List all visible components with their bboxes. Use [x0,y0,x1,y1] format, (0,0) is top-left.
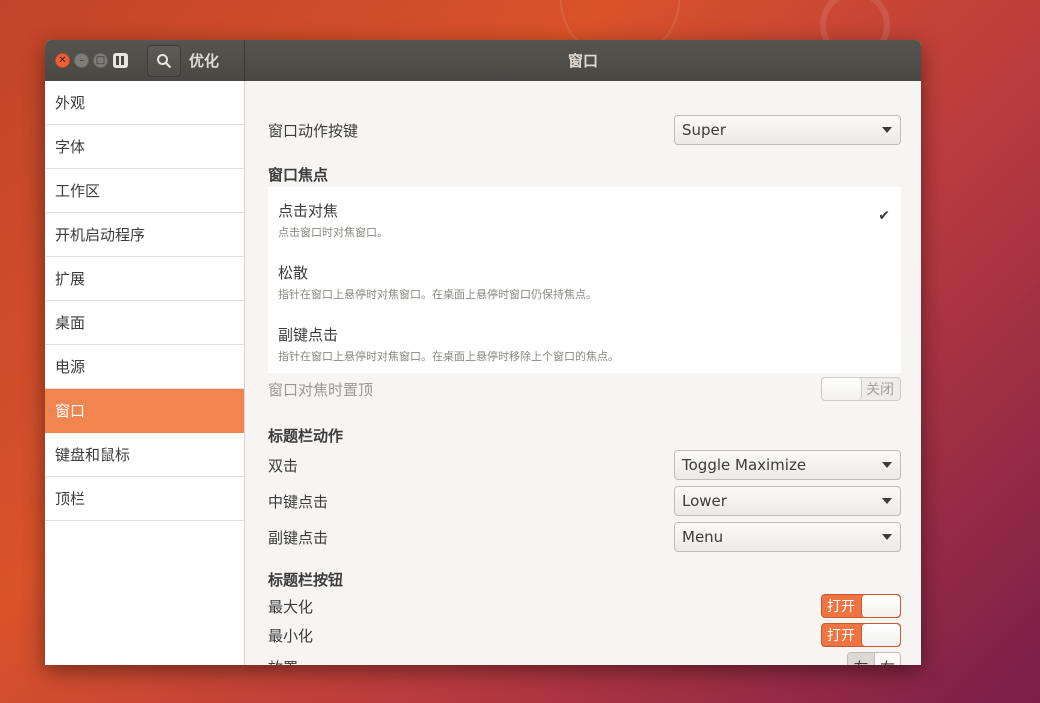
middle-click-row: 中键点击 Lower [268,486,901,516]
window-title: 窗口 [567,52,598,70]
chevron-down-icon [882,498,892,504]
double-click-dropdown[interactable]: Toggle Maximize [674,450,901,480]
focus-mode-list: 点击对焦 点击窗口时对焦窗口。 ✔ 松散 指针在窗口上悬停时对焦窗口。在桌面上悬… [268,187,901,373]
sidebar: 外观 字体 工作区 开机启动程序 扩展 桌面 电源 窗口 键盘和鼠标 顶栏 [45,81,245,665]
maximize-icon[interactable]: □ [93,53,108,68]
chevron-down-icon [882,127,892,133]
focus-option-click[interactable]: 点击对焦 点击窗口时对焦窗口。 ✔ [278,200,890,240]
app-title: 优化 [189,52,220,70]
sidebar-item-desktop[interactable]: 桌面 [45,301,244,345]
sidebar-item-appearance[interactable]: 外观 [45,81,244,125]
focus-section-title: 窗口焦点 [268,166,329,184]
switch-state-label: 打开 [827,599,855,615]
raise-on-focus-switch[interactable]: 关闭 [821,377,901,401]
focus-option-title: 点击对焦 [278,202,339,220]
titlebar-actions-title: 标题栏动作 [268,427,344,445]
sidebar-item-workspaces[interactable]: 工作区 [45,169,244,213]
switch-state-label: 关闭 [866,382,894,398]
middle-click-dropdown[interactable]: Lower [674,486,901,516]
close-icon[interactable]: ✕ [55,53,70,68]
switch-knob [861,624,900,646]
secondary-click-dropdown[interactable]: Menu [674,522,901,552]
sidebar-item-windows[interactable]: 窗口 [45,389,244,433]
double-click-value: Toggle Maximize [682,456,807,474]
minimize-switch[interactable]: 打开 [821,623,901,647]
minimize-icon[interactable]: – [74,53,89,68]
focus-option-secondary-click[interactable]: 副键点击 指针在窗口上悬停时对焦窗口。在桌面上悬停时移除上个窗口的焦点。 [278,324,890,364]
placement-left-button[interactable]: 左 [848,653,874,665]
switch-knob [822,378,862,400]
switch-state-label: 打开 [827,628,855,644]
sidebar-item-keyboard-mouse[interactable]: 键盘和鼠标 [45,433,244,477]
tweaks-window: ✕ – □ 优化 窗口 外观 字体 工作区 开机启动程序 扩展 桌面 电源 窗口… [45,40,921,665]
titlebar-buttons-title: 标题栏按钮 [268,571,344,589]
content-panel: 窗口动作按键 Super 窗口焦点 点击对焦 点击窗口时对焦窗口。 ✔ 松散 指… [246,81,921,665]
focus-option-desc: 点击窗口时对焦窗口。 [278,226,388,239]
titlebar-left: ✕ – □ 优化 [45,40,245,81]
secondary-click-value: Menu [682,528,724,546]
titlebar: ✕ – □ 优化 窗口 [45,40,921,81]
secondary-click-label: 副键点击 [268,528,329,547]
middle-click-label: 中键点击 [268,492,329,511]
focus-option-desc: 指针在窗口上悬停时对焦窗口。在桌面上悬停时移除上个窗口的焦点。 [278,350,619,363]
action-key-value: Super [682,121,726,139]
focus-option-sloppy[interactable]: 松散 指针在窗口上悬停时对焦窗口。在桌面上悬停时窗口仍保持焦点。 [278,262,890,302]
action-key-label: 窗口动作按键 [268,121,359,140]
placement-label: 放置 [268,657,298,666]
minimize-row: 最小化 打开 [268,623,901,647]
checkmark-icon: ✔ [878,208,890,224]
sidebar-item-power[interactable]: 电源 [45,345,244,389]
sidebar-item-top-bar[interactable]: 顶栏 [45,477,244,521]
sidebar-item-extensions[interactable]: 扩展 [45,257,244,301]
focus-option-title: 松散 [278,264,309,282]
search-button[interactable] [147,44,181,77]
maximize-switch[interactable]: 打开 [821,594,901,618]
switch-knob [861,595,900,617]
raise-on-focus-row: 窗口对焦时置顶 关闭 [268,377,901,401]
double-click-row: 双击 Toggle Maximize [268,450,901,480]
maximize-label: 最大化 [268,597,314,616]
secondary-click-row: 副键点击 Menu [268,522,901,552]
placement-row: 放置 左 右 [268,652,901,665]
focus-option-desc: 指针在窗口上悬停时对焦窗口。在桌面上悬停时窗口仍保持焦点。 [278,288,597,301]
raise-on-focus-label: 窗口对焦时置顶 [268,380,374,399]
minimize-label: 最小化 [268,626,314,645]
placement-toggle: 左 右 [847,652,901,665]
double-click-label: 双击 [268,456,299,475]
middle-click-value: Lower [682,492,727,510]
chevron-down-icon [882,534,892,540]
focus-option-title: 副键点击 [278,326,339,344]
action-key-dropdown[interactable]: Super [674,115,901,145]
app-icon [113,53,128,68]
sidebar-item-startup[interactable]: 开机启动程序 [45,213,244,257]
sidebar-item-fonts[interactable]: 字体 [45,125,244,169]
action-key-row: 窗口动作按键 Super [268,115,901,145]
search-icon [157,53,172,68]
placement-right-button[interactable]: 右 [874,653,900,665]
chevron-down-icon [882,462,892,468]
maximize-row: 最大化 打开 [268,594,901,618]
